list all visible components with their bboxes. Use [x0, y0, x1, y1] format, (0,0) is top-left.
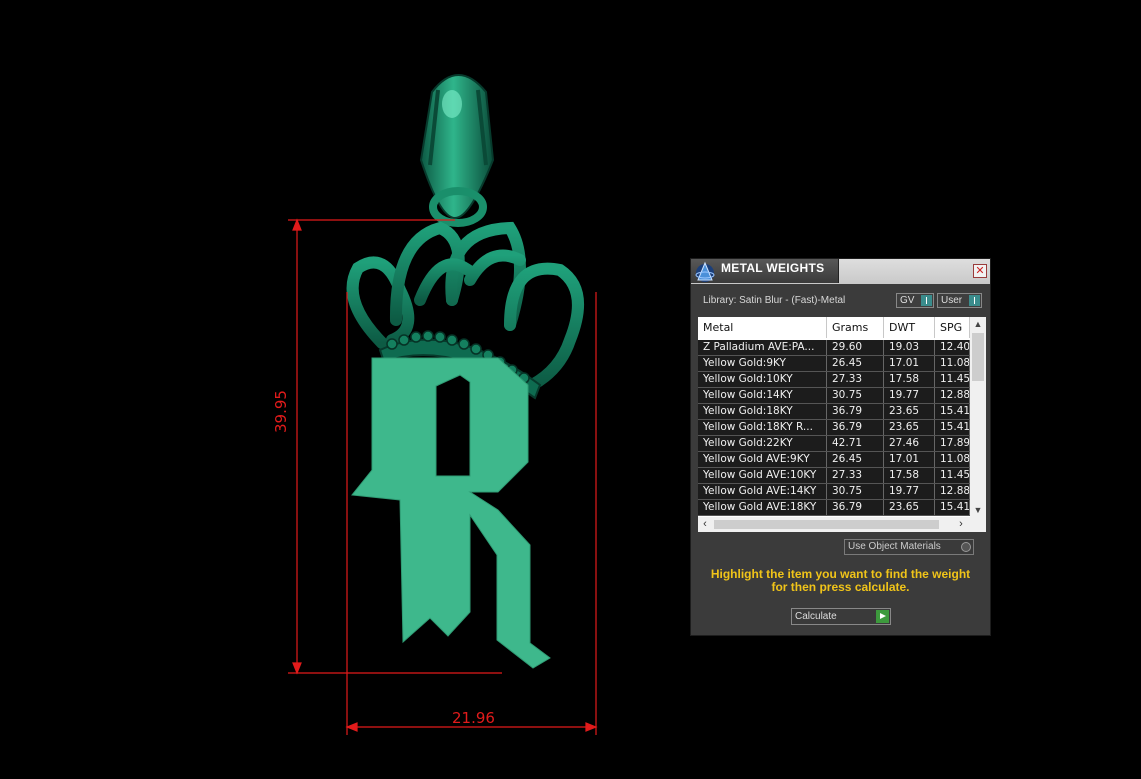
vertical-scroll-thumb[interactable] [972, 333, 984, 381]
cell-spg: 11.08 [935, 452, 970, 467]
cell-grams: 30.75 [827, 388, 884, 403]
metal-weights-table[interactable]: Metal Grams DWT SPG Z Palladium AVE:PA..… [698, 317, 986, 532]
cell-grams: 36.79 [827, 420, 884, 435]
gv-toggle-button[interactable]: GV [896, 293, 934, 308]
cell-dwt: 19.03 [884, 340, 935, 355]
library-label: Library: Satin Blur - (Fast)-Metal [703, 295, 846, 306]
horizontal-scroll-thumb[interactable] [714, 520, 939, 529]
table-row[interactable]: Yellow Gold:22KY 42.71 27.46 17.89 [698, 436, 970, 452]
matrix-logo-icon [695, 261, 715, 282]
user-toggle-button[interactable]: User [937, 293, 982, 308]
column-header-spg[interactable]: SPG [935, 317, 970, 338]
table-row[interactable]: Yellow Gold:10KY 27.33 17.58 11.45 [698, 372, 970, 388]
table-row[interactable]: Z Palladium AVE:PA... 29.60 19.03 12.40 [698, 340, 970, 356]
table-row[interactable]: Yellow Gold:18KY 36.79 23.65 15.41 [698, 404, 970, 420]
cell-metal: Yellow Gold:9KY [698, 356, 827, 371]
cell-grams: 26.45 [827, 452, 884, 467]
panel-tab[interactable]: METAL WEIGHTS [691, 259, 839, 283]
table-row[interactable]: Yellow Gold AVE:9KY 26.45 17.01 11.08 [698, 452, 970, 468]
panel-title: METAL WEIGHTS [721, 261, 825, 275]
cell-grams: 26.45 [827, 356, 884, 371]
cell-metal: Yellow Gold:10KY [698, 372, 827, 387]
cell-spg: 15.41 [935, 404, 970, 419]
cell-spg: 12.40 [935, 340, 970, 355]
metal-weights-panel: METAL WEIGHTS ✕ Library: Satin Blur - (F… [690, 258, 991, 636]
cell-grams: 36.79 [827, 404, 884, 419]
cell-dwt: 17.01 [884, 356, 935, 371]
cell-metal: Yellow Gold:18KY [698, 404, 827, 419]
calculate-button[interactable]: Calculate [791, 608, 891, 625]
scroll-right-icon[interactable]: › [954, 517, 968, 532]
cell-dwt: 19.77 [884, 388, 935, 403]
dimension-height-label: 39.95 [272, 390, 290, 433]
cell-dwt: 23.65 [884, 420, 935, 435]
column-header-metal[interactable]: Metal [698, 317, 827, 338]
cell-metal: Z Palladium AVE:PA... [698, 340, 827, 355]
hint-text: Highlight the item you want to find the … [691, 568, 990, 594]
panel-titlebar[interactable]: METAL WEIGHTS ✕ [691, 259, 990, 284]
cell-dwt: 17.58 [884, 468, 935, 483]
hint-line-2: for then press calculate. [771, 580, 910, 594]
use-object-materials-button[interactable]: Use Object Materials [844, 539, 974, 555]
table-row[interactable]: Yellow Gold:14KY 30.75 19.77 12.88 [698, 388, 970, 404]
cell-metal: Yellow Gold AVE:9KY [698, 452, 827, 467]
vertical-scrollbar[interactable]: ▲ ▼ [970, 317, 986, 517]
cell-spg: 11.45 [935, 468, 970, 483]
cell-metal: Yellow Gold AVE:18KY [698, 500, 827, 515]
close-icon[interactable]: ✕ [973, 264, 987, 278]
cell-grams: 42.71 [827, 436, 884, 451]
cell-spg: 12.88 [935, 484, 970, 499]
scroll-down-icon[interactable]: ▼ [970, 503, 986, 517]
table-row[interactable]: Yellow Gold AVE:14KY 30.75 19.77 12.88 [698, 484, 970, 500]
cell-spg: 11.45 [935, 372, 970, 387]
cell-spg: 12.88 [935, 388, 970, 403]
column-header-grams[interactable]: Grams [827, 317, 884, 338]
column-header-dwt[interactable]: DWT [884, 317, 935, 338]
play-icon [876, 610, 889, 623]
table-row[interactable]: Yellow Gold:9KY 26.45 17.01 11.08 [698, 356, 970, 372]
horizontal-scrollbar[interactable]: ‹ › [698, 517, 986, 532]
cell-metal: Yellow Gold:18KY R... [698, 420, 827, 435]
cell-spg: 15.41 [935, 420, 970, 435]
gv-label: GV [900, 295, 915, 306]
scroll-left-icon[interactable]: ‹ [698, 517, 712, 532]
toggle-indicator-icon [921, 295, 932, 306]
cell-dwt: 19.77 [884, 484, 935, 499]
cell-dwt: 17.58 [884, 372, 935, 387]
cell-spg: 11.08 [935, 356, 970, 371]
toggle-indicator-icon [969, 295, 980, 306]
cell-grams: 29.60 [827, 340, 884, 355]
cell-grams: 27.33 [827, 468, 884, 483]
cell-metal: Yellow Gold:22KY [698, 436, 827, 451]
cell-grams: 36.79 [827, 500, 884, 515]
cell-metal: Yellow Gold:14KY [698, 388, 827, 403]
table-row[interactable]: Yellow Gold AVE:10KY 27.33 17.58 11.45 [698, 468, 970, 484]
cell-dwt: 17.01 [884, 452, 935, 467]
table-row[interactable]: Yellow Gold AVE:18KY 36.79 23.65 15.41 [698, 500, 970, 516]
scroll-up-icon[interactable]: ▲ [970, 317, 986, 331]
use-object-materials-label: Use Object Materials [848, 541, 941, 552]
bail [419, 74, 495, 227]
table-row[interactable]: Yellow Gold:18KY R... 36.79 23.65 15.41 [698, 420, 970, 436]
letter-r [351, 357, 551, 669]
calculate-label: Calculate [795, 611, 837, 622]
cell-dwt: 23.65 [884, 404, 935, 419]
cell-spg: 15.41 [935, 500, 970, 515]
cell-spg: 17.89 [935, 436, 970, 451]
cell-metal: Yellow Gold AVE:10KY [698, 468, 827, 483]
cell-grams: 27.33 [827, 372, 884, 387]
cell-grams: 30.75 [827, 484, 884, 499]
user-label: User [941, 295, 963, 306]
cell-dwt: 23.65 [884, 500, 935, 515]
dimension-width-label: 21.96 [452, 709, 495, 727]
radio-icon [961, 542, 971, 552]
table-header: Metal Grams DWT SPG [698, 317, 970, 338]
cell-dwt: 27.46 [884, 436, 935, 451]
cell-metal: Yellow Gold AVE:14KY [698, 484, 827, 499]
